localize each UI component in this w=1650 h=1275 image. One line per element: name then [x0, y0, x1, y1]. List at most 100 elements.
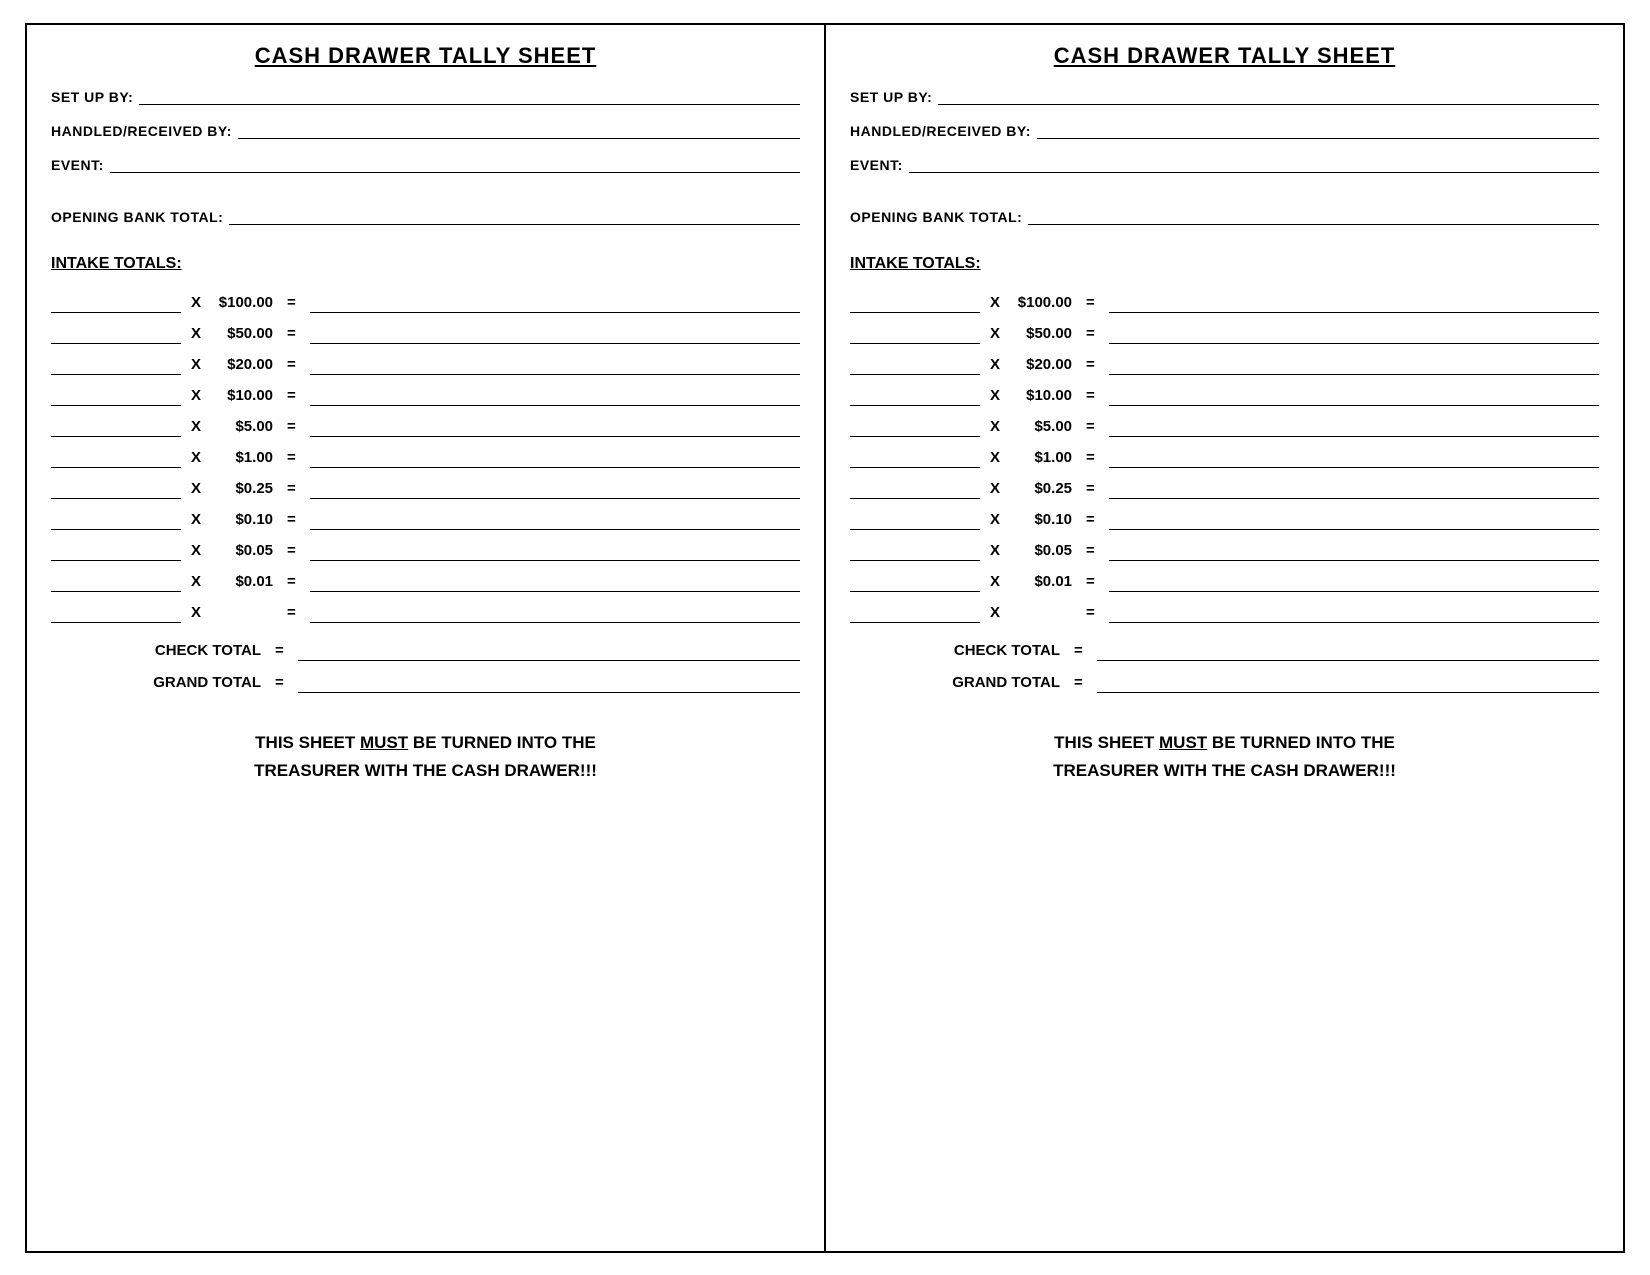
x-label-right-4: X [990, 418, 1000, 437]
x-label-left-1: X [191, 325, 201, 344]
footer-must-left: MUST [360, 733, 408, 752]
result-line-right-7 [1109, 526, 1599, 530]
intake-row-right-9: X $0.01 = [850, 564, 1599, 592]
check-total-line-right [1097, 657, 1599, 661]
amount-right-7: $0.10 [1010, 511, 1072, 530]
opening-bank-label-right: OPENING BANK TOTAL: [850, 209, 1022, 225]
intake-header-right: INTAKE TOTALS: [850, 255, 1599, 273]
left-title: CASH DRAWER TALLY SHEET [51, 43, 800, 69]
eq-left-6: = [287, 480, 296, 499]
amount-left-5: $1.00 [211, 449, 273, 468]
qty-line-right-7 [850, 526, 980, 530]
event-line-left [110, 169, 800, 173]
result-line-right-8 [1109, 557, 1599, 561]
intake-row-right-7: X $0.10 = [850, 502, 1599, 530]
handled-by-line-right [1037, 135, 1599, 139]
qty-line-right-5 [850, 464, 980, 468]
result-line-right-2 [1109, 371, 1599, 375]
eq-right-2: = [1086, 356, 1095, 375]
amount-left-2: $20.00 [211, 356, 273, 375]
eq-right-10: = [1086, 604, 1095, 623]
intake-row-right-0: X $100.00 = [850, 285, 1599, 313]
amount-right-0: $100.00 [1010, 294, 1072, 313]
amount-left-10 [211, 621, 273, 623]
amount-right-1: $50.00 [1010, 325, 1072, 344]
eq-right-9: = [1086, 573, 1095, 592]
grand-total-line-left [298, 689, 800, 693]
footer-text-left-1b: BE TURNED INTO THE [408, 733, 596, 752]
amount-left-6: $0.25 [211, 480, 273, 499]
result-line-left-3 [310, 402, 800, 406]
intake-row-right-1: X $50.00 = [850, 316, 1599, 344]
intake-rows-left: X $100.00 = X $50.00 = X $20.00 = [51, 285, 800, 623]
check-total-label-left: CHECK TOTAL [51, 642, 261, 661]
x-label-left-4: X [191, 418, 201, 437]
intake-row-right-10: X = [850, 595, 1599, 623]
qty-line-right-1 [850, 340, 980, 344]
opening-bank-label-left: OPENING BANK TOTAL: [51, 209, 223, 225]
footer-must-right: MUST [1159, 733, 1207, 752]
intake-row-left-1: X $50.00 = [51, 316, 800, 344]
event-row-left: EVENT: [51, 157, 800, 173]
qty-line-right-9 [850, 588, 980, 592]
event-line-right [909, 169, 1599, 173]
result-line-right-10 [1109, 619, 1599, 623]
result-line-right-0 [1109, 309, 1599, 313]
opening-bank-row-left: OPENING BANK TOTAL: [51, 209, 800, 225]
intake-row-right-6: X $0.25 = [850, 471, 1599, 499]
qty-line-right-2 [850, 371, 980, 375]
x-label-right-9: X [990, 573, 1000, 592]
amount-left-8: $0.05 [211, 542, 273, 561]
qty-line-right-0 [850, 309, 980, 313]
x-label-left-6: X [191, 480, 201, 499]
intake-row-right-2: X $20.00 = [850, 347, 1599, 375]
eq-left-4: = [287, 418, 296, 437]
qty-line-right-8 [850, 557, 980, 561]
amount-left-3: $10.00 [211, 387, 273, 406]
result-line-right-1 [1109, 340, 1599, 344]
footer-text-right-1b: BE TURNED INTO THE [1207, 733, 1395, 752]
eq-left-8: = [287, 542, 296, 561]
qty-line-right-6 [850, 495, 980, 499]
eq-right-4: = [1086, 418, 1095, 437]
intake-row-left-4: X $5.00 = [51, 409, 800, 437]
grand-total-label-left: GRAND TOTAL [51, 674, 261, 693]
check-total-label-right: CHECK TOTAL [850, 642, 1060, 661]
result-line-left-10 [310, 619, 800, 623]
intake-row-right-3: X $10.00 = [850, 378, 1599, 406]
result-line-left-6 [310, 495, 800, 499]
qty-line-right-3 [850, 402, 980, 406]
x-label-left-5: X [191, 449, 201, 468]
grand-total-row-left: GRAND TOTAL = [51, 665, 800, 693]
result-line-right-5 [1109, 464, 1599, 468]
eq-left-10: = [287, 604, 296, 623]
intake-row-right-5: X $1.00 = [850, 440, 1599, 468]
panel-left: CASH DRAWER TALLY SHEET SET UP BY: HANDL… [27, 25, 826, 1251]
x-label-left-9: X [191, 573, 201, 592]
check-total-row-left: CHECK TOTAL = [51, 633, 800, 661]
x-label-right-6: X [990, 480, 1000, 499]
intake-row-left-5: X $1.00 = [51, 440, 800, 468]
intake-row-left-3: X $10.00 = [51, 378, 800, 406]
check-total-eq-right: = [1074, 642, 1083, 661]
result-line-right-3 [1109, 402, 1599, 406]
eq-left-5: = [287, 449, 296, 468]
footer-text-left-1: THIS SHEET [255, 733, 360, 752]
qty-line-left-0 [51, 309, 181, 313]
handled-by-label-left: HANDLED/RECEIVED BY: [51, 123, 232, 139]
footer-text-right-1: THIS SHEET [1054, 733, 1159, 752]
amount-right-5: $1.00 [1010, 449, 1072, 468]
amount-left-0: $100.00 [211, 294, 273, 313]
intake-row-left-8: X $0.05 = [51, 533, 800, 561]
qty-line-left-5 [51, 464, 181, 468]
intake-row-left-2: X $20.00 = [51, 347, 800, 375]
intake-rows-right: X $100.00 = X $50.00 = X $20.00 = [850, 285, 1599, 623]
intake-row-right-8: X $0.05 = [850, 533, 1599, 561]
set-up-by-row-left: SET UP BY: [51, 89, 800, 105]
x-label-right-2: X [990, 356, 1000, 375]
set-up-by-row-right: SET UP BY: [850, 89, 1599, 105]
intake-row-left-10: X = [51, 595, 800, 623]
x-label-left-10: X [191, 604, 201, 623]
grand-total-line-right [1097, 689, 1599, 693]
check-total-eq-left: = [275, 642, 284, 661]
